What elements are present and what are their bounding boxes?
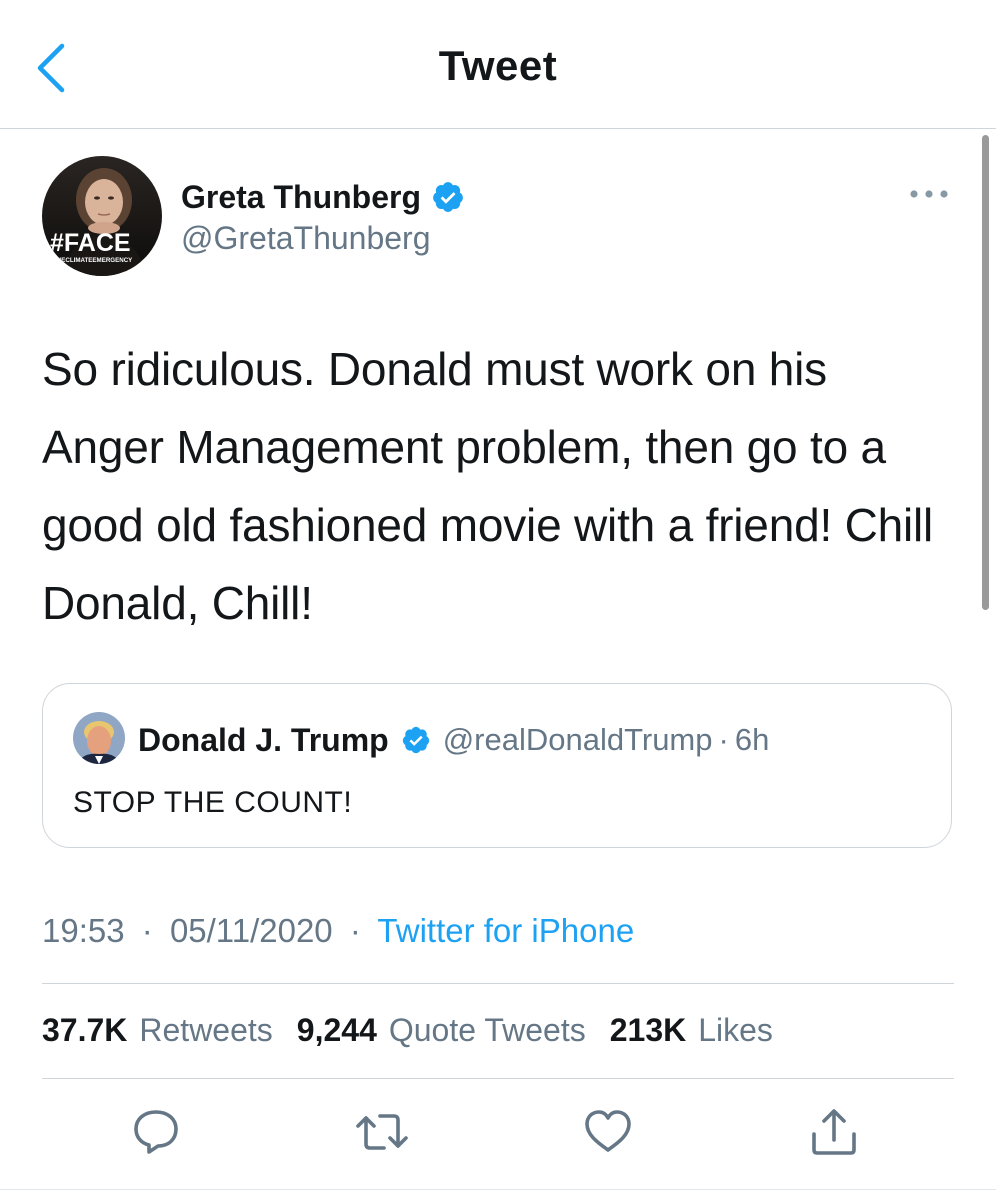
avatar[interactable]: #FACE THECLIMATEEMERGENCY (42, 156, 162, 276)
share-button[interactable] (808, 1106, 860, 1158)
quoted-tweet-card[interactable]: Donald J. Trump @realDonaldTrump · 6h ST… (42, 683, 952, 848)
bottom-divider (0, 1189, 996, 1190)
likes-count: 213K (609, 1012, 687, 1048)
quoted-tweet-header: Donald J. Trump @realDonaldTrump · 6h (138, 718, 769, 762)
more-options-button[interactable] (908, 180, 950, 208)
share-icon (812, 1109, 856, 1155)
scrollbar[interactable] (982, 135, 989, 610)
reply-button[interactable] (130, 1106, 182, 1158)
verified-badge-icon (433, 182, 463, 212)
tweet-source-link[interactable]: Twitter for iPhone (377, 912, 634, 949)
retweets-count: 37.7K (42, 1012, 128, 1048)
meta-separator: · (718, 722, 729, 757)
quoted-tweet-text: STOP THE COUNT! (73, 786, 353, 819)
quote-tweets-stat[interactable]: 9,244 Quote Tweets (297, 1012, 586, 1049)
verified-badge-icon (402, 726, 429, 754)
meta-separator: · (141, 912, 153, 949)
reply-icon (134, 1110, 178, 1154)
author-name[interactable]: Greta Thunberg (181, 179, 421, 216)
quoted-author-name: Donald J. Trump (138, 721, 389, 758)
divider (42, 1078, 954, 1079)
heart-icon (585, 1110, 631, 1152)
page-title: Tweet (438, 42, 558, 89)
tweet-text: So ridiculous. Donald must work on his A… (42, 343, 934, 629)
quoted-avatar[interactable] (73, 712, 125, 764)
quoted-tweet-age: 6h (734, 722, 770, 757)
tweet-date: 05/11/2020 (169, 912, 333, 949)
retweet-icon (356, 1114, 408, 1150)
quote-tweets-count: 9,244 (296, 1012, 377, 1048)
avatar-badge-subtext: THECLIMATEEMERGENCY (53, 257, 133, 264)
engagement-stats: 37.7K Retweets 9,244 Quote Tweets 213K L… (42, 1012, 797, 1049)
quoted-author-handle: @realDonaldTrump (442, 722, 713, 757)
tweet-meta: 19:53 · 05/11/2020 · Twitter for iPhone (42, 912, 634, 950)
meta-separator: · (349, 912, 361, 949)
tweet-time: 19:53 (42, 912, 125, 949)
quote-tweets-label: Quote Tweets (388, 1012, 586, 1048)
top-nav-bar: Tweet (0, 0, 996, 129)
retweet-button[interactable] (352, 1106, 412, 1158)
more-horizontal-icon (910, 190, 948, 198)
retweets-label: Retweets (139, 1012, 273, 1048)
likes-label: Likes (698, 1012, 773, 1048)
author-name-row[interactable]: Greta Thunberg (181, 175, 465, 219)
likes-stat[interactable]: 213K Likes (610, 1012, 773, 1049)
avatar-badge-text: #FACE (50, 229, 131, 257)
author-handle[interactable]: @GretaThunberg (181, 220, 431, 257)
like-button[interactable] (582, 1106, 634, 1158)
divider (42, 983, 954, 984)
retweets-stat[interactable]: 37.7K Retweets (42, 1012, 273, 1049)
